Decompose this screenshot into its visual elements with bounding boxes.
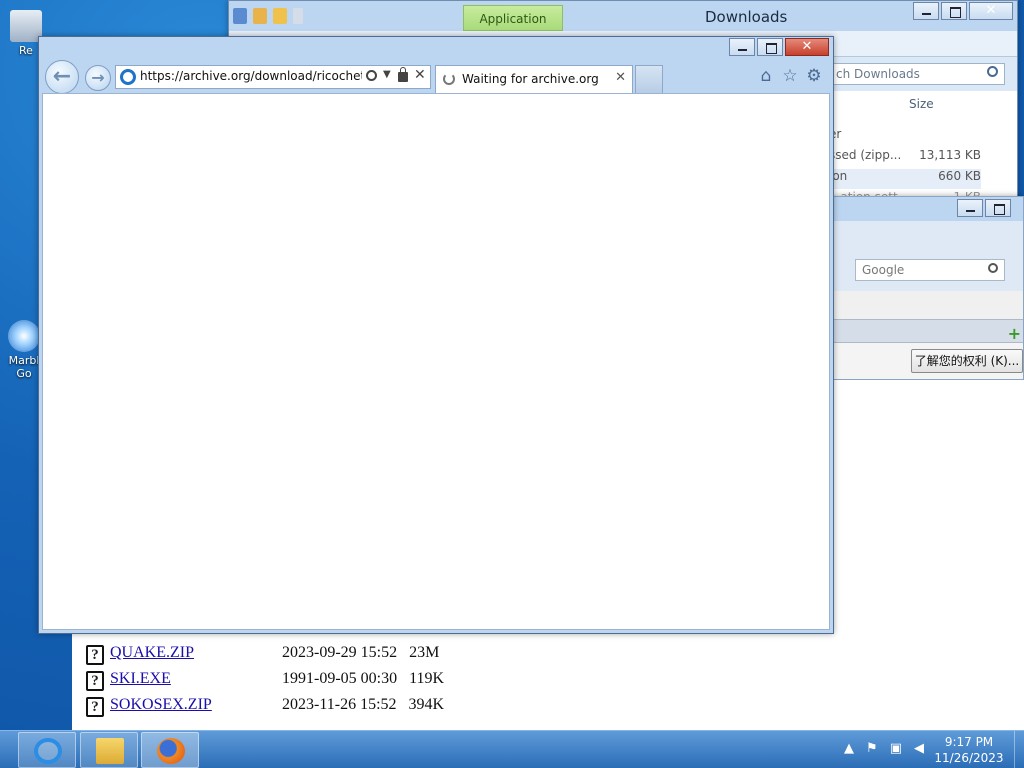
close-button[interactable] [969, 2, 1013, 20]
taskbar-internet-explorer[interactable] [18, 732, 76, 768]
clock[interactable]: 9:17 PM 11/26/2023 [934, 734, 1004, 766]
chevron-down-icon[interactable] [293, 8, 303, 24]
ie-toolbar-icons: ⌂ ☆ ⚙ [757, 67, 823, 85]
loading-spinner-icon [443, 73, 455, 85]
quick-access-toolbar [233, 8, 303, 24]
favorites-star-icon[interactable]: ☆ [781, 67, 799, 85]
url-text[interactable]: https://archive.org/download/ricochetga [140, 69, 362, 83]
close-button[interactable] [785, 38, 829, 56]
file-link[interactable]: SOKOSEX.ZIP [110, 696, 212, 714]
search-placeholder: ch Downloads [836, 67, 920, 81]
file-date: 2023-11-26 15:52 394K [282, 696, 445, 713]
search-input[interactable]: ch Downloads [829, 63, 1005, 85]
file-date: 2023-09-29 15:52 23M [282, 644, 440, 661]
settings-gear-icon[interactable]: ⚙ [805, 67, 823, 85]
minimize-button[interactable] [913, 2, 939, 20]
maximize-button[interactable] [757, 38, 783, 56]
search-icon[interactable] [987, 66, 998, 77]
search-icon[interactable] [988, 263, 998, 273]
file-row[interactable]: er [829, 127, 981, 147]
search-placeholder: Google [862, 263, 905, 277]
tab-strip: + [831, 319, 1023, 343]
file-link[interactable]: QUAKE.ZIP [110, 644, 194, 662]
column-header-size[interactable]: Size [909, 97, 934, 111]
back-button[interactable]: ← [45, 60, 79, 94]
taskbar-firefox[interactable] [141, 732, 199, 768]
new-folder-icon[interactable] [253, 8, 267, 24]
system-tray: ▲ ⚑ ▣ ◀ [844, 741, 924, 756]
forward-button[interactable]: → [85, 65, 111, 91]
clock-time: 9:17 PM [944, 735, 994, 749]
firefox-window[interactable]: Google + 了解您的权利 (K)... [830, 196, 1024, 380]
unknown-file-icon: ? [86, 645, 104, 665]
firefox-titlebar[interactable] [831, 197, 1023, 221]
properties-icon[interactable] [233, 8, 247, 24]
folder-icon[interactable] [273, 8, 287, 24]
lock-icon[interactable] [398, 67, 408, 82]
desktop-icon-label: Re [19, 44, 33, 57]
close-tab-icon[interactable]: ✕ [615, 70, 626, 85]
minimize-button[interactable] [729, 38, 755, 56]
file-size: 13,113 KB [919, 148, 981, 162]
caption-buttons [727, 38, 829, 56]
arrow-left-icon: ← [52, 64, 72, 89]
file-row[interactable]: ssed (zipp... 13,113 KB [829, 148, 981, 168]
window-title: Downloads [705, 8, 788, 26]
unknown-file-icon: ? [86, 697, 104, 717]
desktop-icon-label: Marbl Go [8, 354, 40, 380]
firefox-icon [157, 738, 185, 764]
caption-buttons [911, 2, 1013, 20]
volume-muted-icon[interactable]: ◀ [914, 741, 924, 756]
chevron-down-icon[interactable]: ▼ [383, 69, 391, 80]
new-tab-icon[interactable]: + [1008, 324, 1021, 343]
minimize-button[interactable] [957, 199, 983, 217]
ie-window[interactable]: ← → https://archive.org/download/ricoche… [38, 36, 834, 634]
know-your-rights-button[interactable]: 了解您的权利 (K)... [911, 349, 1023, 373]
action-center-flag-icon[interactable]: ⚑ [866, 741, 878, 756]
network-icon[interactable]: ▣ [890, 741, 902, 756]
stop-icon[interactable]: ✕ [414, 67, 426, 83]
explorer-titlebar[interactable]: Application Tools Downloads [229, 1, 1017, 52]
ie-titlebar[interactable] [39, 37, 833, 59]
marble-game-icon [8, 320, 40, 352]
show-hidden-icons-icon[interactable]: ▲ [844, 741, 854, 756]
home-icon[interactable]: ⌂ [757, 67, 775, 85]
address-bar[interactable]: https://archive.org/download/ricochetga … [115, 65, 431, 89]
file-link[interactable]: SKI.EXE [110, 670, 171, 688]
folder-icon [96, 738, 124, 764]
file-size: 660 KB [938, 169, 981, 183]
search-icon[interactable] [366, 70, 377, 81]
ie-page-icon [120, 69, 136, 85]
clock-date: 11/26/2023 [934, 751, 1004, 765]
taskbar: ▲ ⚑ ▣ ◀ 9:17 PM 11/26/2023 [0, 730, 1024, 768]
page-content [42, 93, 830, 630]
ribbon-context-tab[interactable]: Application Tools [463, 5, 563, 52]
file-date: 1991-09-05 00:30 119K [282, 670, 445, 687]
maximize-button[interactable] [941, 2, 967, 20]
taskbar-file-explorer[interactable] [80, 732, 138, 768]
ie-navbar: ← → https://archive.org/download/ricoche… [39, 59, 833, 94]
notification-bar: 了解您的权利 (K)... [831, 343, 1023, 379]
internet-explorer-icon [34, 738, 62, 764]
caption-buttons [955, 199, 1011, 217]
file-type: ssed (zipp... [829, 148, 902, 162]
unknown-file-icon: ? [86, 671, 104, 691]
show-desktop-button[interactable] [1014, 731, 1024, 768]
tab-label: Waiting for archive.org [462, 72, 599, 86]
maximize-button[interactable] [985, 199, 1011, 217]
tab-archive[interactable]: Waiting for archive.org ✕ [435, 65, 633, 93]
new-tab-button[interactable] [635, 65, 663, 93]
search-input[interactable]: Google [855, 259, 1005, 281]
file-row[interactable]: ion 660 KB [829, 169, 981, 189]
arrow-right-icon: → [91, 68, 105, 87]
